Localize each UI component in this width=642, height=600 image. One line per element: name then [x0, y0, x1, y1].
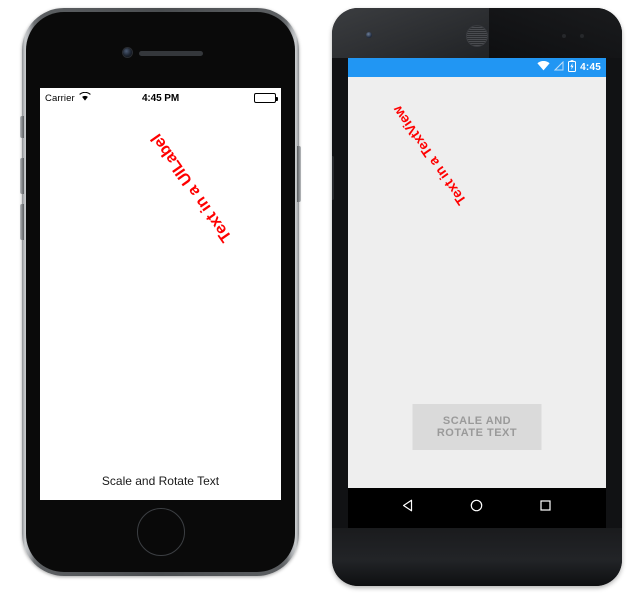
home-button[interactable]	[136, 508, 185, 556]
ios-status-right	[254, 93, 278, 103]
earpiece-grille-icon	[466, 25, 488, 47]
power-button[interactable]	[297, 146, 301, 202]
android-bottom-bezel	[332, 528, 622, 586]
ios-clock: 4:45 PM	[141, 92, 180, 104]
back-triangle-icon[interactable]	[401, 498, 416, 518]
iphone-device: Carrier 4:45 PM Text in a UILabel Scale …	[20, 8, 301, 576]
ios-bottom-title: Scale and Rotate Text	[101, 474, 220, 488]
battery-charging-icon	[568, 60, 577, 75]
proximity-sensors-icon	[562, 34, 584, 38]
volume-button[interactable]	[332, 156, 334, 200]
android-status-bar: 4:45	[348, 58, 606, 77]
battery-full-icon	[254, 93, 278, 103]
silent-switch[interactable]	[20, 116, 24, 138]
iphone-screen: Carrier 4:45 PM Text in a UILabel Scale …	[40, 88, 281, 500]
android-clock: 4:45	[580, 62, 601, 73]
volume-up-button[interactable]	[20, 158, 24, 194]
iphone-front-panel: Carrier 4:45 PM Text in a UILabel Scale …	[26, 12, 295, 572]
front-camera-icon	[122, 48, 132, 57]
volume-down-button[interactable]	[20, 204, 24, 240]
scale-and-rotate-text-button[interactable]: SCALE AND ROTATE TEXT	[412, 404, 542, 450]
android-device: 4:45 Text in a TextView SCALE AND ROTATE…	[332, 8, 622, 586]
android-rotated-textview: Text in a TextView	[390, 102, 470, 207]
ios-rotated-label: Text in a UILabel	[146, 130, 236, 246]
android-screen: 4:45 Text in a TextView SCALE AND ROTATE…	[348, 58, 606, 528]
home-circle-icon[interactable]	[469, 498, 484, 518]
android-nav-bar	[348, 488, 606, 528]
earpiece-speaker-icon	[138, 51, 203, 56]
comparison-stage: Carrier 4:45 PM Text in a UILabel Scale …	[0, 0, 642, 600]
wifi-icon	[537, 60, 550, 74]
front-camera-icon	[366, 32, 372, 38]
recents-square-icon[interactable]	[538, 498, 553, 518]
signal-icon	[553, 60, 564, 74]
android-content-area: Text in a TextView SCALE AND ROTATE TEXT	[348, 77, 606, 488]
ios-status-bar: Carrier 4:45 PM	[40, 88, 281, 108]
ios-content-area: Text in a UILabel Scale and Rotate Text	[40, 108, 281, 500]
